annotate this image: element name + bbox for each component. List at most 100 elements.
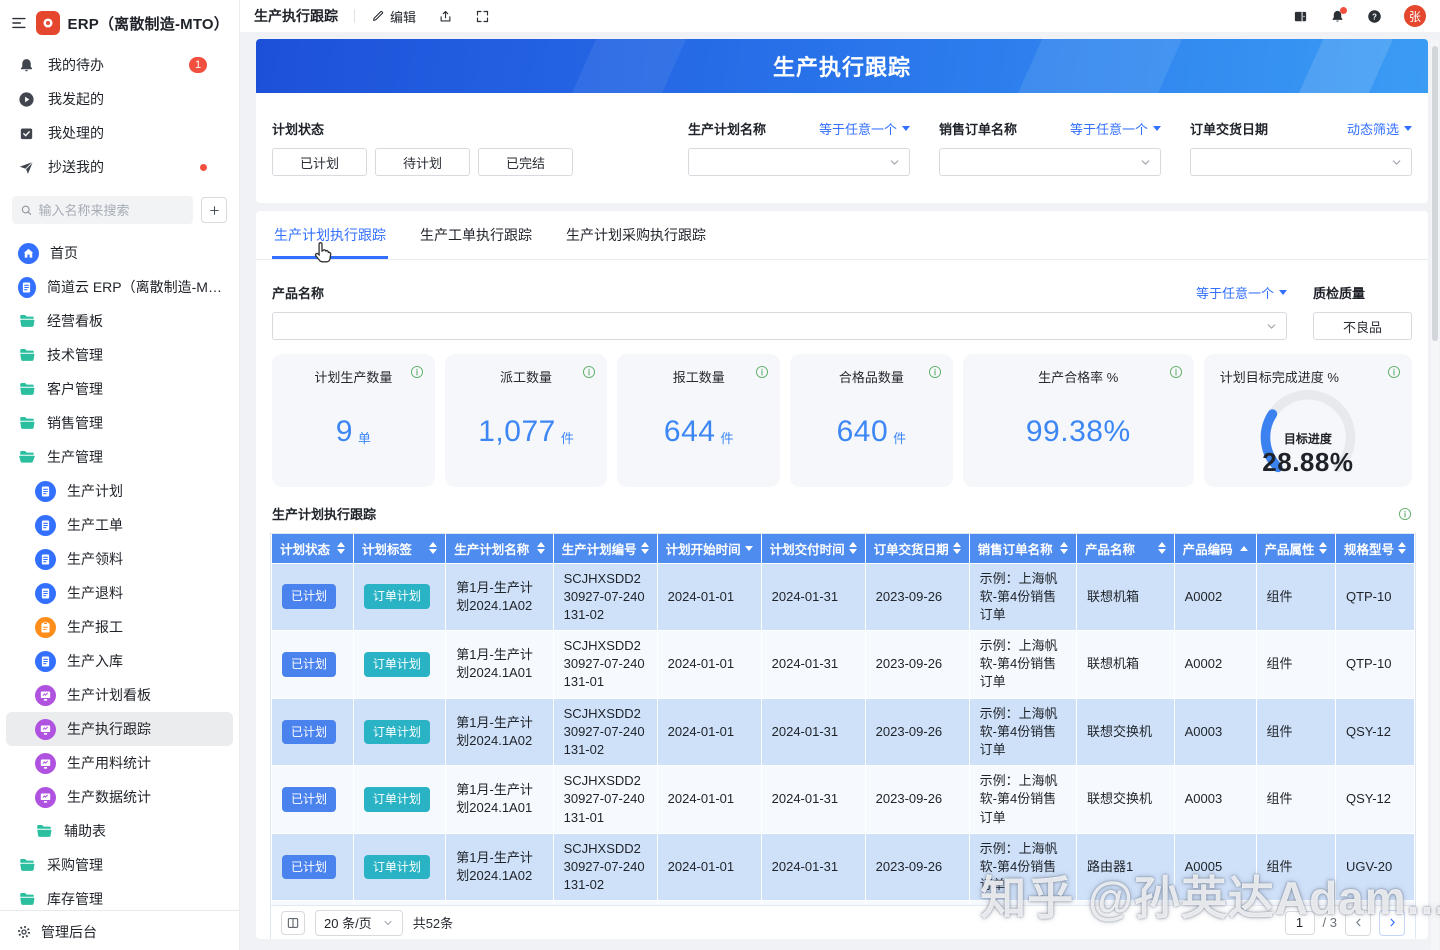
info-icon[interactable] [582, 365, 596, 379]
sidebar-item-12[interactable]: 生产报工 [6, 610, 233, 644]
sort-icon[interactable] [429, 542, 437, 554]
cell-due: 2024-01-31 [761, 698, 865, 766]
sort-icon[interactable] [537, 542, 545, 554]
dashboard-icon [35, 787, 56, 808]
column-header-4[interactable]: 生产计划编号 [553, 534, 657, 563]
sidebar-item-6[interactable]: 销售管理 [6, 406, 233, 440]
column-header-8[interactable]: 销售订单名称 [969, 534, 1076, 563]
column-header-9[interactable]: 产品名称 [1076, 534, 1174, 563]
sidebar-item-10[interactable]: 生产领料 [6, 542, 233, 576]
sales-order-operator[interactable]: 等于任意一个 [1070, 119, 1161, 138]
panel-toggle-icon[interactable] [1293, 9, 1308, 24]
info-icon[interactable] [755, 365, 769, 379]
info-icon[interactable] [928, 365, 942, 379]
sidebar-item-16[interactable]: 生产用料统计 [6, 746, 233, 780]
scrollbar-thumb[interactable] [1432, 46, 1438, 341]
doc-icon [38, 484, 53, 499]
sidebar-item-5[interactable]: 客户管理 [6, 372, 233, 406]
sidebar-item-2[interactable]: 简道云 ERP（离散制造-MTO）... [6, 270, 233, 304]
info-icon[interactable] [1398, 507, 1412, 521]
column-header-2[interactable]: 计划标签 [353, 534, 445, 563]
sort-icon[interactable] [849, 542, 857, 554]
sort-icon[interactable] [641, 542, 649, 554]
sort-icon[interactable] [1060, 542, 1068, 554]
sidebar-item-18[interactable]: 辅助表 [6, 814, 233, 848]
table-row[interactable]: 已计划订单计划第1月-生产计划2024.1A02SCJHXSDD230927-0… [272, 698, 1415, 766]
sidebar-item-7[interactable]: 生产管理 [6, 440, 233, 474]
sidebar-item-14[interactable]: 生产计划看板 [6, 678, 233, 712]
search-box[interactable] [12, 196, 193, 224]
sidebar-item-3[interactable]: 经营看板 [6, 304, 233, 338]
edit-button[interactable]: 编辑 [371, 7, 416, 26]
plan-name-select[interactable] [688, 148, 910, 176]
vertical-scrollbar[interactable] [1431, 40, 1439, 950]
sidebar-item-20[interactable]: 库存管理 [6, 882, 233, 910]
sidebar-item-4[interactable]: 技术管理 [6, 338, 233, 372]
tab-1[interactable]: 生产计划执行跟踪 [272, 211, 388, 259]
table-row[interactable]: 已计划订单计划第1月-生产计划2024.1A01SCJHXSDD230927-0… [272, 766, 1415, 834]
column-header-10[interactable]: 产品编码 [1174, 534, 1256, 563]
sidebar-item-19[interactable]: 采购管理 [6, 848, 233, 882]
product-name-select[interactable] [272, 312, 1287, 340]
sidebar-quick-item-3[interactable]: 我处理的 [0, 116, 239, 150]
fullscreen-icon[interactable] [475, 9, 490, 24]
column-header-5[interactable]: 计划开始时间 [657, 534, 761, 563]
user-avatar[interactable]: 张 [1404, 5, 1426, 27]
info-icon[interactable] [1387, 365, 1401, 379]
defective-filter-button[interactable]: 不良品 [1313, 312, 1412, 340]
banner-decor [1292, 39, 1400, 93]
admin-console-link[interactable]: 管理后台 [41, 922, 97, 942]
sort-icon[interactable] [1319, 542, 1327, 554]
cell-delivery: 2023-09-26 [865, 766, 969, 834]
plan-name-operator[interactable]: 等于任意一个 [819, 119, 910, 138]
share-icon[interactable] [438, 9, 453, 24]
product-name-operator[interactable]: 等于任意一个 [1196, 283, 1287, 302]
sort-icon[interactable] [953, 542, 961, 554]
sidebar-quick-item-1[interactable]: 我的待办1 [0, 48, 239, 82]
sidebar-quick-item-2[interactable]: 我发起的 [0, 82, 239, 116]
sidebar-quick-item-4[interactable]: 抄送我的 [0, 150, 239, 184]
column-header-11[interactable]: 产品属性 [1256, 534, 1335, 563]
page-input[interactable]: 1 [1285, 911, 1315, 935]
sidebar-item-11[interactable]: 生产退料 [6, 576, 233, 610]
plan-status-option-2[interactable]: 待计划 [375, 148, 470, 176]
tab-3[interactable]: 生产计划采购执行跟踪 [564, 211, 708, 259]
sidebar-item-15[interactable]: 生产执行跟踪 [6, 712, 233, 746]
sidebar-item-9[interactable]: 生产工单 [6, 508, 233, 542]
column-settings-button[interactable] [281, 911, 305, 935]
column-header-1[interactable]: 计划状态 [272, 534, 354, 563]
column-header-3[interactable]: 生产计划名称 [446, 534, 553, 563]
plan-status-option-3[interactable]: 已完结 [478, 148, 573, 176]
sidebar-item-8[interactable]: 生产计划 [6, 474, 233, 508]
info-icon[interactable] [410, 365, 424, 379]
next-page-button[interactable] [1379, 910, 1405, 936]
table-row[interactable]: 已计划订单计划第1月-生产计划2024.1A02SCJHXSDD230927-0… [272, 563, 1415, 631]
menu-toggle-icon[interactable] [10, 14, 28, 32]
table-row[interactable]: 已计划订单计划第1月-生产计划2024.1A01SCJHXSDD230927-0… [272, 631, 1415, 699]
plan-status-option-1[interactable]: 已计划 [272, 148, 367, 176]
sales-order-select[interactable] [939, 148, 1161, 176]
table-row[interactable]: 已计划订单计划第1月-生产计划2024.1A02SCJHXSDD230927-0… [272, 833, 1415, 901]
add-app-button[interactable] [201, 197, 227, 223]
search-input[interactable] [38, 203, 185, 218]
sidebar-item-17[interactable]: 生产数据统计 [6, 780, 233, 814]
sort-icon[interactable] [337, 542, 345, 554]
sort-icon[interactable] [1158, 542, 1166, 554]
prev-page-button[interactable] [1345, 910, 1371, 936]
column-header-6[interactable]: 计划交付时间 [761, 534, 865, 563]
delivery-date-select[interactable] [1190, 148, 1412, 176]
sidebar-item-1[interactable]: 首页 [6, 236, 233, 270]
delivery-date-operator[interactable]: 动态筛选 [1347, 119, 1412, 138]
sort-icon[interactable] [745, 546, 753, 551]
column-header-7[interactable]: 订单交货日期 [865, 534, 969, 563]
help-icon[interactable]: ? [1367, 9, 1382, 24]
column-header-12[interactable]: 规格型号 [1335, 534, 1414, 563]
page-size-select[interactable]: 20 条/页 [315, 910, 403, 936]
sidebar-item-13[interactable]: 生产入库 [6, 644, 233, 678]
sort-icon[interactable] [1398, 542, 1406, 554]
notifications-button[interactable] [1330, 9, 1345, 24]
info-icon[interactable] [1169, 365, 1183, 379]
stat-value: 9 [336, 415, 353, 449]
sort-icon[interactable] [1240, 546, 1248, 551]
tab-2[interactable]: 生产工单执行跟踪 [418, 211, 534, 259]
